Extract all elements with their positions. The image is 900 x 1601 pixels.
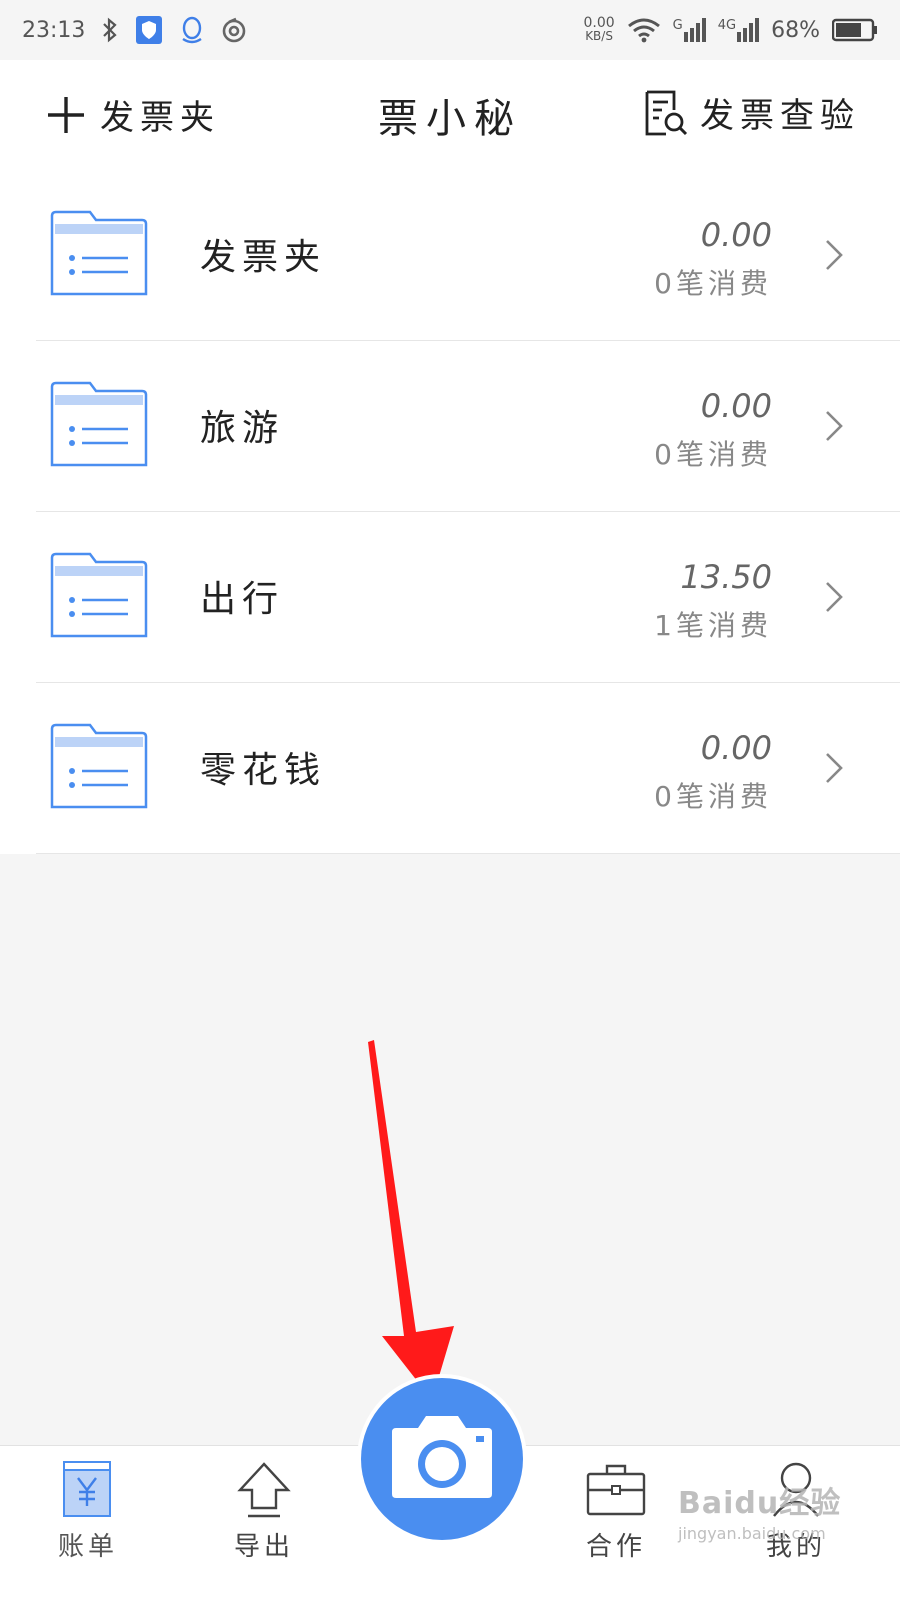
status-bar-left: 23:13	[22, 15, 247, 45]
plus-icon	[46, 95, 86, 135]
page-title: 票小秘	[378, 96, 522, 142]
chevron-right-icon	[824, 580, 844, 618]
folder-name: 零花钱	[200, 750, 327, 791]
signal-4g-label: 4G	[717, 18, 737, 33]
signal-g-label: G	[672, 18, 683, 33]
shield-icon	[135, 15, 163, 45]
folder-name: 发票夹	[200, 237, 327, 278]
invoice-verify-button[interactable]: 发票查验	[644, 88, 860, 137]
status-bar-right: 0.00 KB/S G 4G 68%	[583, 16, 878, 43]
folder-count: 0笔消费	[654, 267, 772, 300]
folder-amount: 0.00	[700, 216, 772, 254]
nav-cooperate[interactable]: 合作	[556, 1460, 676, 1563]
folder-amount: 13.50	[680, 558, 772, 596]
folder-name: 旅游	[200, 408, 285, 449]
net-speed: 0.00 KB/S	[583, 16, 614, 43]
status-bar: 23:13 0.00 KB/S G 4G 68%	[0, 0, 900, 60]
folder-row[interactable]: 出行 13.50 1笔消费	[0, 512, 900, 683]
add-folder-button[interactable]: 发票夹	[46, 90, 220, 139]
folder-count: 0笔消费	[654, 438, 772, 471]
status-time: 23:13	[22, 17, 86, 43]
battery-icon	[832, 18, 878, 42]
camera-icon	[388, 1414, 496, 1504]
folder-icon	[50, 552, 148, 644]
document-search-icon	[644, 90, 688, 136]
folder-list: 发票夹 0.00 0笔消费 旅游 0.00 0笔消费 出行 13.50 1笔消费	[0, 170, 900, 854]
folder-name: 出行	[200, 579, 285, 620]
upload-arrow-icon	[236, 1462, 292, 1522]
folder-count: 1笔消费	[654, 609, 772, 642]
folder-row[interactable]: 零花钱 0.00 0笔消费	[0, 683, 900, 854]
chevron-right-icon	[824, 238, 844, 276]
row-divider	[36, 853, 900, 854]
nav-export[interactable]: 导出	[204, 1460, 324, 1563]
folder-icon	[50, 210, 148, 302]
battery-percent: 68%	[771, 17, 820, 43]
nav-cooperate-label: 合作	[585, 1532, 646, 1562]
baidu-watermark: Baidu经验 jingyan.baidu.com	[678, 1478, 878, 1548]
nav-export-label: 导出	[233, 1532, 294, 1562]
bluetooth-icon	[101, 17, 119, 43]
signal-icon-4g: 4G	[717, 18, 760, 42]
bill-icon	[62, 1461, 114, 1522]
folder-amount: 0.00	[700, 729, 772, 767]
app-header: 发票夹 票小秘 发票查验	[0, 60, 900, 170]
watermark-url: jingyan.baidu.com	[678, 1524, 826, 1543]
camera-scan-button[interactable]	[361, 1378, 523, 1540]
add-folder-label: 发票夹	[100, 98, 220, 138]
folder-amount: 0.00	[700, 387, 772, 425]
briefcase-icon	[585, 1464, 647, 1522]
red-arrow-annotation	[368, 1040, 454, 1400]
folder-icon	[50, 723, 148, 815]
nav-bills[interactable]: 账单	[28, 1460, 148, 1563]
swirl-icon	[221, 17, 247, 43]
chevron-right-icon	[824, 751, 844, 789]
folder-count: 0笔消费	[654, 780, 772, 813]
watermark-logo: Baidu经验	[678, 1486, 842, 1521]
penguin-icon	[179, 15, 205, 45]
wifi-icon	[627, 17, 661, 43]
chevron-right-icon	[824, 409, 844, 447]
folder-row[interactable]: 旅游 0.00 0笔消费	[0, 341, 900, 512]
nav-bills-label: 账单	[57, 1532, 118, 1562]
folder-row[interactable]: 发票夹 0.00 0笔消费	[0, 170, 900, 341]
signal-icon-g: G	[673, 18, 706, 42]
folder-icon	[50, 381, 148, 473]
net-speed-unit: KB/S	[585, 29, 613, 43]
invoice-verify-label: 发票查验	[700, 96, 860, 136]
